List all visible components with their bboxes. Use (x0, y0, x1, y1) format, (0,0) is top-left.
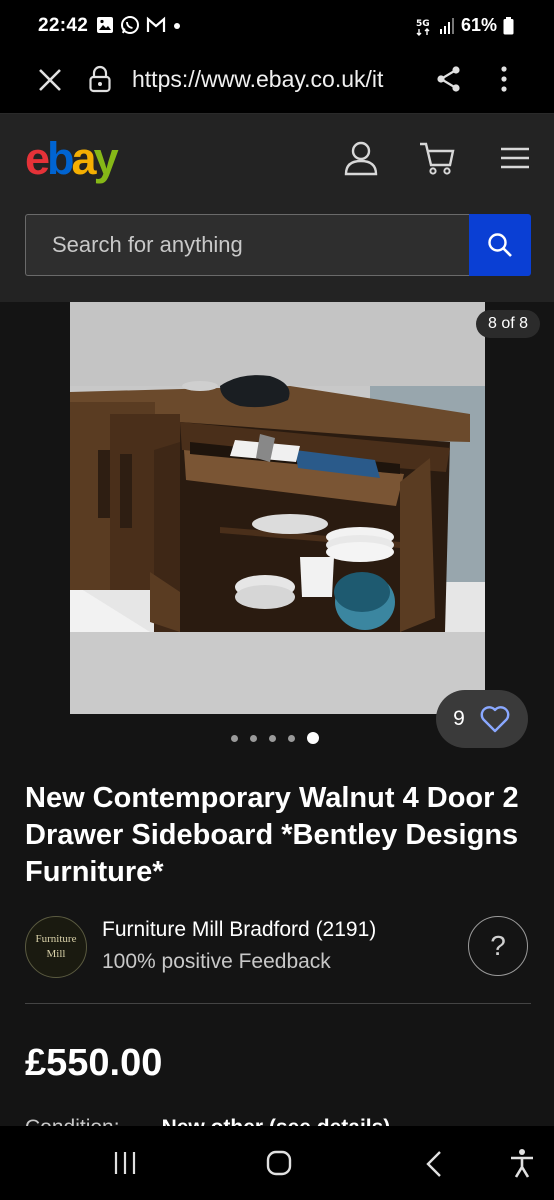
battery-percent: 61% (460, 15, 497, 35)
sideboard-photo (70, 302, 485, 714)
battery-icon (503, 16, 514, 34)
search-input[interactable] (25, 214, 469, 276)
seller-name[interactable]: Furniture Mill Bradford (2191) (102, 918, 376, 942)
close-icon[interactable] (36, 66, 64, 94)
home-icon[interactable] (266, 1150, 292, 1176)
logo-letter-y: y (93, 133, 119, 184)
divider (25, 1003, 531, 1004)
svg-text:5G: 5G (416, 19, 430, 29)
seller-avatar-line2: Mill (46, 948, 66, 960)
listing-title: New Contemporary Walnut 4 Door 2 Drawer … (25, 782, 519, 888)
share-icon[interactable] (434, 64, 464, 94)
logo-letter-b: b (47, 133, 74, 184)
user-icon[interactable] (344, 140, 378, 176)
item-price: £550.00 (25, 1042, 163, 1084)
notification-icons (96, 15, 182, 35)
seller-feedback: 100% positive Feedback (102, 950, 331, 973)
search-button[interactable] (469, 214, 531, 276)
gallery-pagination (231, 732, 319, 744)
seller-avatar-line1: Furniture (35, 933, 77, 945)
image-counter: 8 of 8 (475, 310, 540, 338)
5g-icon: 5G (416, 19, 430, 36)
recents-icon[interactable] (112, 1150, 138, 1176)
gallery-icon (97, 17, 113, 33)
ebay-header: ebay (0, 114, 554, 302)
status-time: 22:42 (38, 15, 89, 36)
url-text[interactable]: https://www.ebay.co.uk/it (132, 66, 418, 93)
status-bar: 22:42 5G 61% (0, 0, 554, 52)
logo-letter-a: a (71, 133, 97, 184)
gallery-dot-active[interactable] (307, 732, 319, 744)
more-options-icon[interactable] (494, 64, 514, 94)
browser-url-bar: https://www.ebay.co.uk/it (0, 52, 554, 114)
heart-icon (480, 706, 510, 733)
gallery-dot[interactable] (250, 734, 257, 742)
gallery-dot[interactable] (269, 734, 276, 742)
product-image[interactable] (70, 302, 485, 714)
system-nav-bar (0, 1126, 554, 1200)
system-icons: 5G 61% (415, 15, 514, 36)
gallery-dot[interactable] (231, 734, 238, 742)
logo-letter-e: e (25, 133, 50, 184)
gmail-icon (146, 16, 166, 32)
watch-button[interactable]: 9 (436, 690, 528, 748)
notification-dot-icon (174, 23, 180, 29)
signal-icon (439, 17, 454, 34)
image-gallery: 8 of 8 9 (0, 302, 554, 772)
gallery-dot[interactable] (288, 734, 295, 742)
search-bar (25, 214, 531, 276)
menu-icon[interactable] (500, 146, 530, 170)
back-icon[interactable] (424, 1150, 444, 1178)
help-button[interactable]: ? (468, 916, 528, 976)
lock-icon[interactable] (88, 65, 112, 93)
ebay-logo[interactable]: ebay (25, 133, 119, 184)
seller-avatar[interactable]: Furniture Mill (25, 916, 87, 978)
search-icon (488, 233, 512, 257)
whatsapp-icon (121, 16, 139, 34)
accessibility-icon[interactable] (508, 1148, 536, 1178)
seller-info: Furniture Mill Furniture Mill Bradford (… (25, 912, 531, 982)
watch-count: 9 (453, 707, 465, 730)
cart-icon[interactable] (418, 140, 456, 176)
